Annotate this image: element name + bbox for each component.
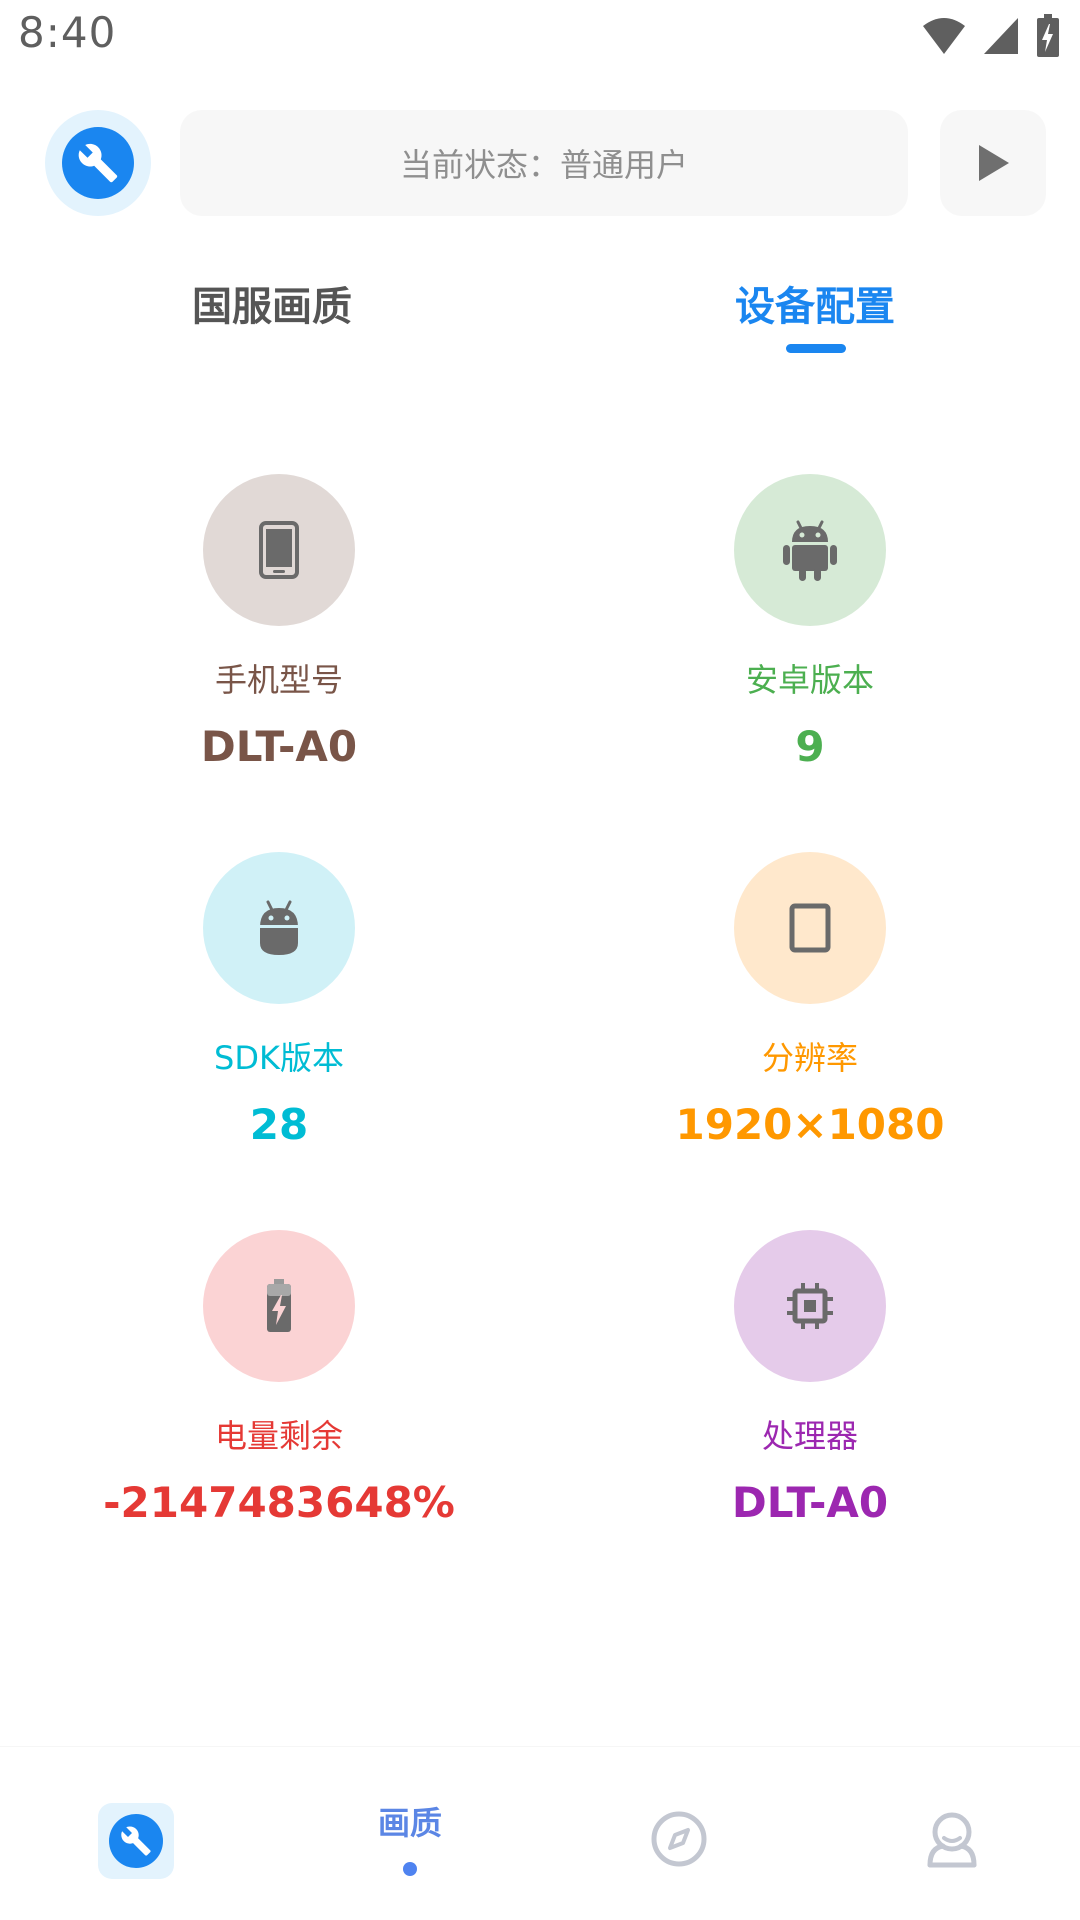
tablet-icon-circle — [734, 852, 886, 1004]
play-icon — [979, 145, 1009, 181]
status-bar: 8:40 — [0, 0, 1080, 72]
info-value: 9 — [795, 722, 825, 771]
info-resolution: 分辨率 1920×1080 — [600, 852, 1020, 1150]
header: 当前状态：普通用户 — [0, 100, 1080, 222]
battery-charging-icon — [1037, 14, 1059, 57]
nav-quality-label: 画质 — [377, 1804, 442, 1842]
info-value: 1920×1080 — [675, 1100, 945, 1149]
wrench-icon — [121, 1826, 151, 1856]
user-status-text: 当前状态：普通用户 — [399, 146, 688, 184]
bottom-nav: 画质 — [0, 1746, 1080, 1920]
info-battery: 电量剩余 -2147483648% — [69, 1230, 489, 1528]
battery-icon-circle — [203, 1230, 355, 1382]
compass-icon — [651, 1811, 707, 1867]
tab-indicator — [786, 344, 846, 353]
nav-discover[interactable] — [649, 1809, 709, 1869]
status-time: 8:40 — [18, 8, 117, 57]
tab-device-config[interactable]: 设备配置 — [735, 274, 895, 332]
nav-quality[interactable]: 画质 — [360, 1797, 460, 1877]
info-label: SDK版本 — [214, 1039, 344, 1077]
android-head-icon-circle — [203, 852, 355, 1004]
info-sdk-version: SDK版本 28 — [69, 852, 489, 1150]
info-phone-model: 手机型号 DLT-A0 — [69, 474, 489, 772]
nav-tools[interactable] — [98, 1803, 174, 1879]
status-icons — [922, 12, 1060, 60]
android-head-icon — [260, 900, 298, 955]
info-value: DLT-A0 — [200, 722, 358, 771]
cpu-icon — [787, 1283, 833, 1329]
user-status-bar: 当前状态：普通用户 — [180, 110, 908, 216]
tab-bar: 国服画质 设备配置 — [0, 262, 1080, 362]
phone-icon — [259, 521, 299, 579]
app-avatar-badge — [62, 127, 134, 199]
app-avatar[interactable] — [45, 110, 151, 216]
cell-signal-icon — [984, 18, 1018, 54]
info-processor: 处理器 DLT-A0 — [600, 1230, 1020, 1528]
info-label: 手机型号 — [214, 661, 343, 699]
android-icon-circle — [734, 474, 886, 626]
tab-cn-quality[interactable]: 国服画质 — [192, 274, 352, 332]
play-button[interactable] — [940, 110, 1046, 216]
battery-icon — [267, 1279, 291, 1332]
info-label: 处理器 — [761, 1417, 858, 1455]
nav-active-dot — [403, 1862, 417, 1876]
screen: 8:40 当前状态：普通用户 国服画质 设备配置 手机型号 DLT-A0 安卓版… — [0, 0, 1080, 1920]
info-value: DLT-A0 — [731, 1478, 889, 1527]
profile-icon — [927, 1812, 977, 1868]
info-value: 28 — [249, 1100, 309, 1149]
phone-icon-circle — [203, 474, 355, 626]
nav-tools-badge — [109, 1814, 163, 1868]
android-icon — [783, 520, 837, 581]
info-label: 电量剩余 — [214, 1417, 343, 1455]
info-label: 安卓版本 — [745, 661, 874, 699]
wrench-icon — [78, 143, 118, 183]
tablet-icon — [789, 903, 831, 953]
info-label: 分辨率 — [761, 1039, 858, 1077]
info-value: -2147483648% — [103, 1478, 455, 1527]
nav-profile[interactable] — [924, 1809, 980, 1869]
cpu-icon-circle — [734, 1230, 886, 1382]
info-android-version: 安卓版本 9 — [600, 474, 1020, 772]
wifi-icon — [923, 18, 965, 54]
